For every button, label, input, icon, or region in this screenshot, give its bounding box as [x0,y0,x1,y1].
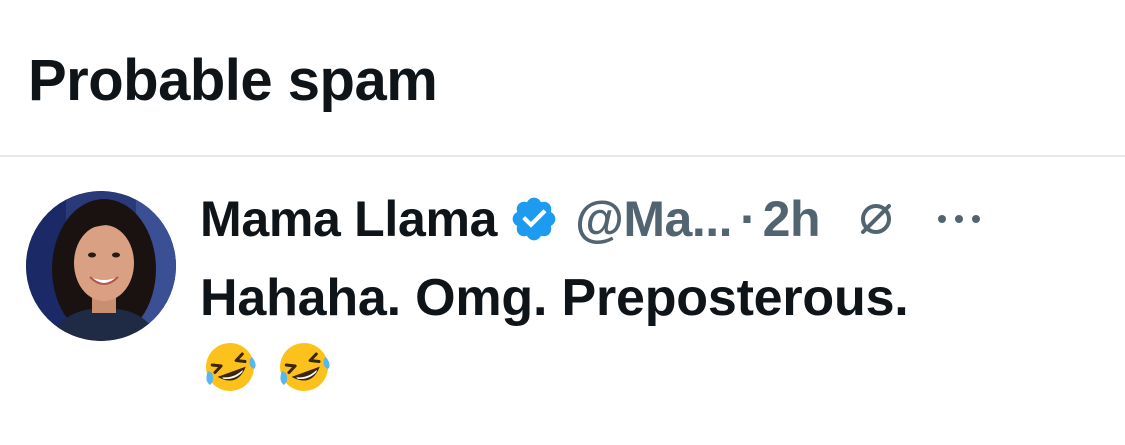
post-text: Hahaha. Omg. Preposterous. [200,269,909,327]
rolling-on-floor-laughing-icon [200,337,260,397]
post-timestamp[interactable]: 2h [763,190,821,248]
separator-dot: · [740,191,757,247]
avatar[interactable] [26,191,176,341]
post[interactable]: Mama Llama @Ma... · 2h Hahaha. Omg. Prep… [0,157,1125,445]
author-name[interactable]: Mama Llama [200,190,497,248]
circle-slash-icon[interactable] [854,197,898,241]
section-title: Probable spam [28,47,438,113]
author-handle[interactable]: @Ma... [575,190,732,248]
more-options-icon[interactable] [936,209,982,229]
section-header: Probable spam [28,40,438,120]
emoji-row [200,337,1125,397]
post-body: Mama Llama @Ma... · 2h Hahaha. Omg. Prep… [200,187,1125,397]
rolling-on-floor-laughing-icon [274,337,334,397]
avatar-image [26,191,176,341]
verified-badge-icon[interactable] [509,194,559,244]
post-header: Mama Llama @Ma... · 2h [200,187,1125,251]
